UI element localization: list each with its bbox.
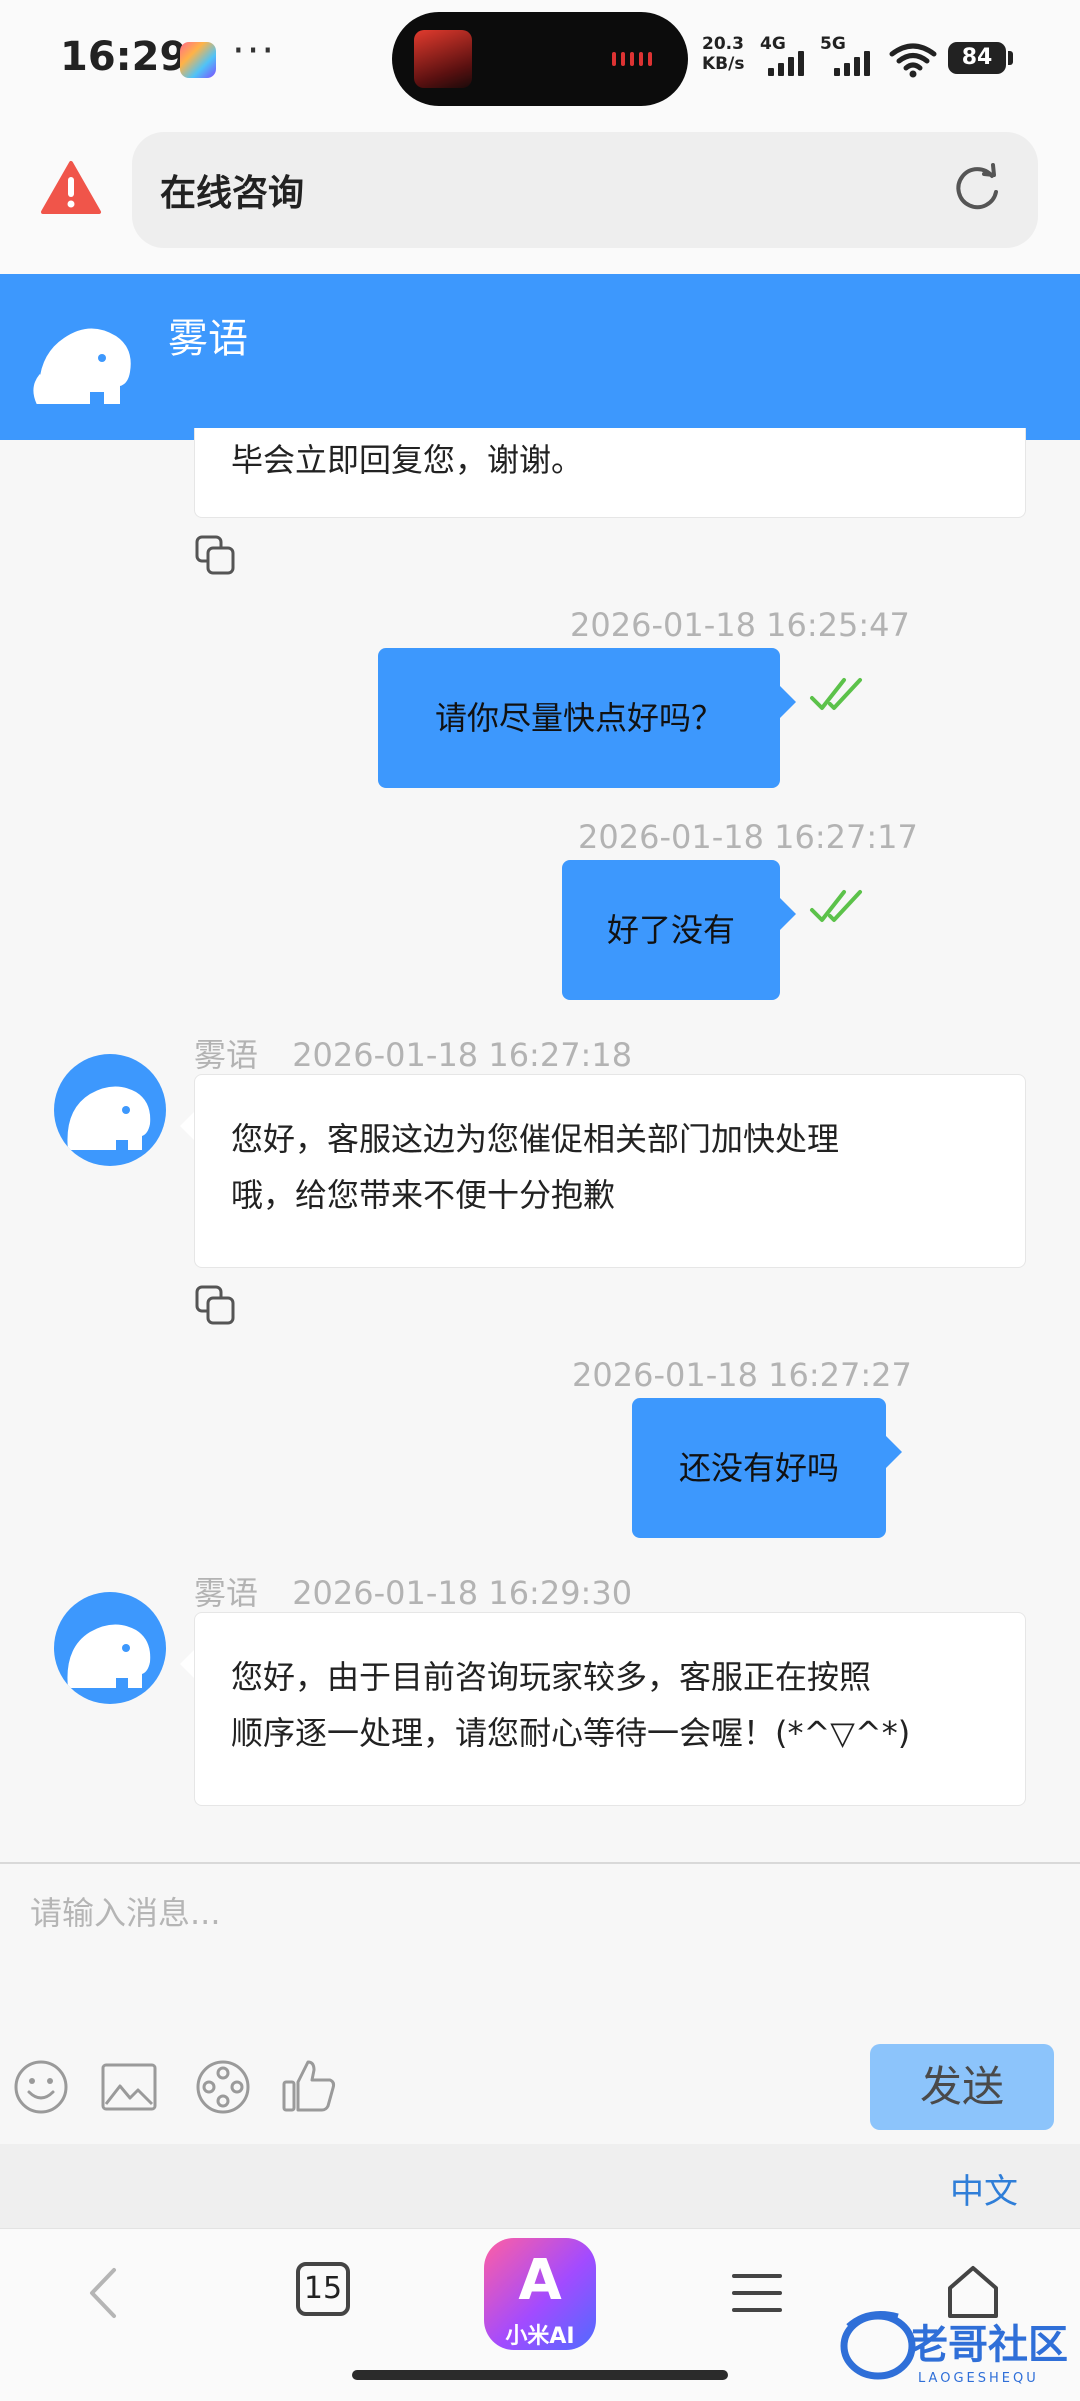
- elephant-avatar-icon: [67, 1086, 151, 1150]
- home-indicator[interactable]: [352, 2370, 728, 2380]
- send-button[interactable]: 发送: [870, 2044, 1054, 2130]
- watermark-text: 老哥社区: [908, 2322, 1068, 2368]
- bubble-tail: [780, 898, 796, 930]
- watermark-subtext: LAOGESHEQU: [918, 2371, 1039, 2386]
- more-notifications-icon: ···: [232, 28, 277, 74]
- video-reel-icon[interactable]: [194, 2058, 252, 2116]
- bubble-tail: [780, 686, 796, 718]
- sender-name: 雾语: [194, 1036, 259, 1074]
- message-timestamp: 2026-01-18 16:25:47: [570, 606, 910, 644]
- elephant-avatar-icon: [67, 1624, 151, 1688]
- menu-icon[interactable]: [726, 2262, 788, 2324]
- message-timestamp: 2026-01-18 16:27:18: [292, 1036, 633, 1074]
- message-text-line: 您好，由于目前咨询玩家较多，客服正在按照: [231, 1658, 872, 1696]
- ai-label: 小米AI: [505, 2324, 575, 2349]
- user-message-bubble[interactable]: 还没有好吗: [632, 1398, 886, 1538]
- sender-info: 雾语 2026-01-18 16:27:18: [194, 1030, 632, 1076]
- message-text-line: 哦，给您带来不便十分抱歉: [231, 1176, 616, 1214]
- network-speed-unit: KB/s: [702, 54, 745, 74]
- game-thumbnail-icon: [414, 30, 472, 88]
- copy-icon[interactable]: [194, 534, 236, 576]
- game-center-icon: [180, 42, 216, 78]
- thumbs-up-icon[interactable]: [280, 2056, 338, 2114]
- message-input[interactable]: 请输入消息...: [30, 1888, 221, 1934]
- audio-bars-icon: [612, 52, 652, 66]
- agent-message-bubble: 毕会立即回复您，谢谢。: [194, 428, 1026, 518]
- tab-count: 15: [303, 2271, 343, 2306]
- agent-avatar: [54, 1054, 166, 1166]
- agent-avatar: [54, 1592, 166, 1704]
- elephant-logo-icon: [33, 328, 131, 404]
- sender-name: 雾语: [194, 1574, 259, 1612]
- warning-icon[interactable]: [40, 160, 102, 216]
- language-bar: [0, 2144, 1080, 2228]
- image-icon[interactable]: [100, 2058, 158, 2116]
- user-message-bubble[interactable]: 请你尽量快点好吗？: [378, 648, 780, 788]
- battery-level: 84: [948, 42, 1006, 74]
- network-speed-value: 20.3: [702, 34, 744, 54]
- signal-4g-icon: [768, 50, 804, 76]
- battery-tip-icon: [1008, 51, 1013, 65]
- message-text-line: 顺序逐一处理，请您耐心等待一会喔！(*^▽^*): [231, 1714, 911, 1752]
- tabs-button[interactable]: 15: [296, 2262, 350, 2316]
- agent-message-bubble: 您好，客服这边为您催促相关部门加快处理 哦，给您带来不便十分抱歉: [194, 1074, 1026, 1268]
- sender-info: 雾语 2026-01-18 16:29:30: [194, 1568, 632, 1614]
- message-timestamp: 2026-01-18 16:27:27: [572, 1356, 912, 1394]
- chat-header: [0, 274, 1080, 440]
- bubble-tail: [180, 1112, 194, 1140]
- page-title[interactable]: 在线咨询: [160, 164, 304, 216]
- message-text-line: 您好，客服这边为您催促相关部门加快处理: [231, 1120, 840, 1158]
- laoge-community-watermark: 老哥社区 LAOGESHEQU: [840, 2311, 1068, 2386]
- message-text: 还没有好吗: [678, 1449, 839, 1487]
- agent-name-title: 雾语: [168, 316, 248, 362]
- message-timestamp: 2026-01-18 16:27:17: [578, 818, 918, 856]
- emoji-icon[interactable]: [12, 2058, 70, 2116]
- status-time: 16:29: [60, 34, 188, 80]
- message-timestamp: 2026-01-18 16:29:30: [292, 1574, 633, 1612]
- signal-5g-icon: [834, 50, 870, 76]
- ai-logo-icon: A: [518, 2248, 562, 2313]
- user-message-bubble[interactable]: 好了没有: [562, 860, 780, 1000]
- bubble-tail: [180, 1650, 194, 1678]
- reload-icon[interactable]: [950, 162, 1004, 216]
- agent-message-bubble: 您好，由于目前咨询玩家较多，客服正在按照 顺序逐一处理，请您耐心等待一会喔！(*…: [194, 1612, 1026, 1806]
- message-text: 毕会立即回复您，谢谢。: [231, 441, 584, 479]
- read-check-icon: [810, 678, 862, 710]
- network-speed: 20.3 KB/s: [702, 34, 744, 74]
- bubble-tail: [886, 1436, 902, 1468]
- back-arrow-icon[interactable]: [76, 2262, 138, 2324]
- read-check-icon: [810, 890, 862, 922]
- message-text: 请你尽量快点好吗？: [434, 699, 723, 737]
- message-text: 好了没有: [606, 911, 735, 949]
- wifi-icon: [889, 43, 937, 78]
- copy-icon[interactable]: [194, 1284, 236, 1326]
- language-toggle[interactable]: 中文: [950, 2164, 1018, 2213]
